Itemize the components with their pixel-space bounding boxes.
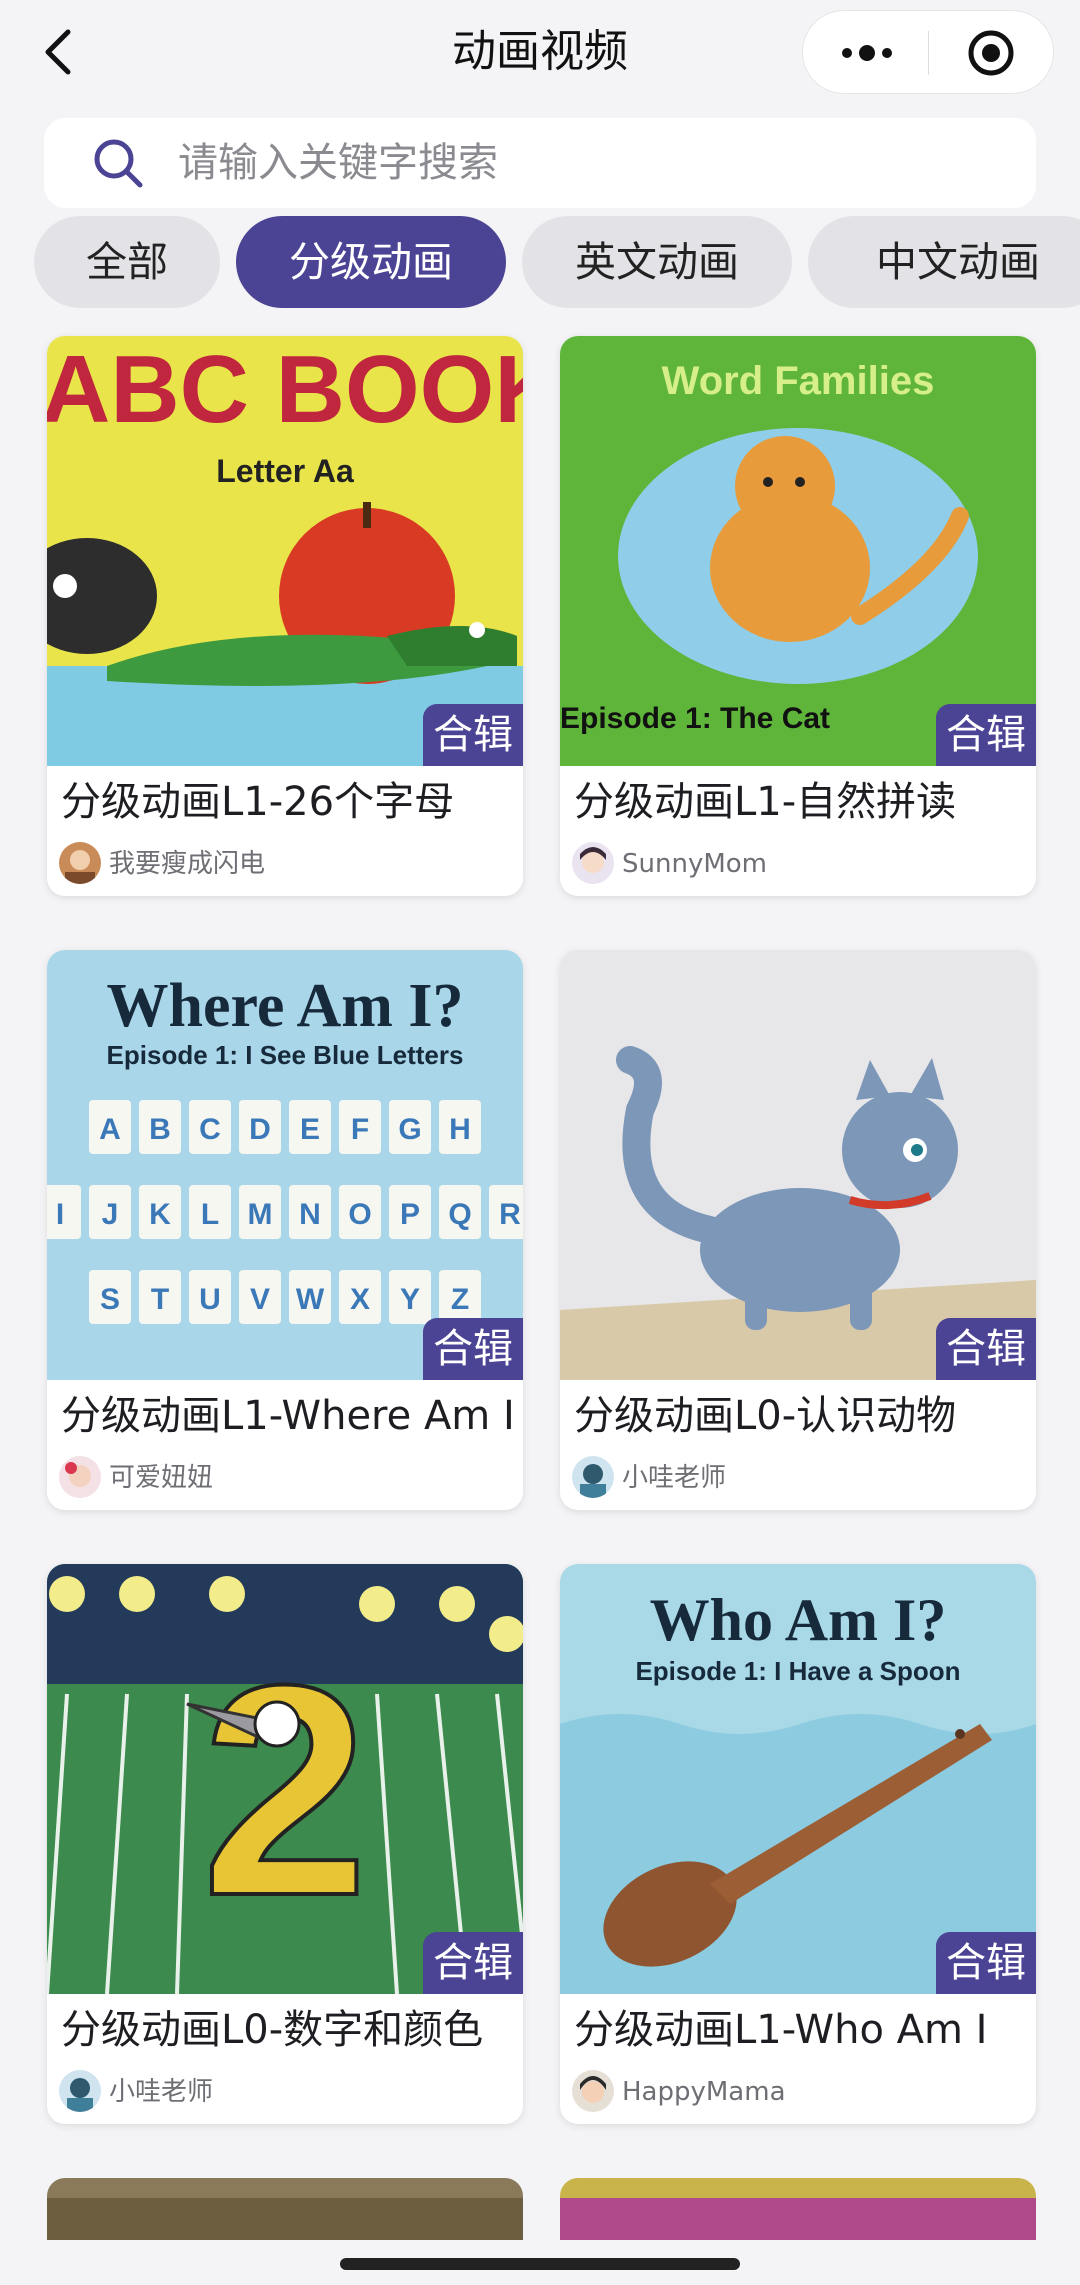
collection-badge: 合辑	[423, 704, 523, 766]
letter-tile-text: G	[398, 1113, 421, 1146]
letter-tile-text: L	[201, 1198, 219, 1231]
tab-english-animation[interactable]: 英文动画	[522, 216, 792, 308]
letter-tile-text: Y	[400, 1283, 420, 1316]
search-icon	[90, 135, 146, 191]
letter-tile-text: D	[249, 1113, 271, 1146]
letter-tile-text: F	[351, 1113, 369, 1146]
collection-badge: 合辑	[936, 704, 1036, 766]
video-title: 分级动画L0-认识动物	[574, 1393, 957, 1439]
letter-tile-text: X	[350, 1283, 370, 1316]
letter-tile-text: K	[149, 1198, 171, 1231]
video-thumbnail: ABC BOOK Letter Aa	[47, 336, 523, 766]
thumb-title-text: Where Am I?	[106, 972, 463, 1040]
more-options-icon[interactable]	[803, 11, 928, 93]
thumb-title-text: Word Families	[662, 359, 935, 403]
avatar	[59, 842, 101, 884]
video-title: 分级动画L0-数字和颜色	[61, 2007, 484, 2053]
video-card[interactable]: 合辑 分级动画L0-认识动物 小哇老师	[560, 950, 1036, 1510]
video-card[interactable]: Word Families Episode 1: The Cat 合辑 分级动画…	[560, 336, 1036, 896]
video-title: 分级动画L1-26个字母	[61, 779, 455, 825]
letter-tile-text: V	[250, 1283, 270, 1316]
video-thumbnail	[560, 950, 1036, 1380]
thumb-subtitle-text: Episode 1: The Cat	[560, 702, 830, 735]
thumb-subtitle-text: Episode 1: I Have a Spoon	[635, 1656, 960, 1686]
close-mini-program-icon[interactable]	[929, 11, 1054, 93]
letter-tile-text: J	[102, 1198, 119, 1231]
letter-tile-text: P	[400, 1198, 420, 1231]
thumb-title-text: ABC BOOK	[47, 336, 523, 443]
letter-tile-text: H	[449, 1113, 471, 1146]
letter-tile-text: O	[348, 1198, 371, 1231]
video-title: 分级动画L1-Where Am I	[61, 1393, 515, 1439]
video-card[interactable]: 2 合辑 分级动画L0-数字和颜色 小哇老师	[47, 1564, 523, 2124]
letter-tile-text: E	[300, 1113, 320, 1146]
avatar	[572, 1456, 614, 1498]
letter-tile-text: Z	[451, 1283, 469, 1316]
thumb-subtitle-text: Letter Aa	[216, 453, 354, 489]
letter-tile-text: S	[100, 1283, 120, 1316]
letter-tile-text: A	[99, 1113, 121, 1146]
letter-tile-text: B	[149, 1113, 171, 1146]
avatar	[59, 2070, 101, 2112]
author-name: 小哇老师	[109, 2077, 214, 2107]
author-name: 我要瘦成闪电	[109, 849, 266, 879]
letter-tile-text: W	[296, 1283, 325, 1316]
tab-graded-animation[interactable]: 分级动画	[236, 216, 506, 308]
avatar	[572, 842, 614, 884]
video-card[interactable]: Where Am I? Episode 1: I See Blue Letter…	[47, 950, 523, 1510]
author-name: 可爱妞妞	[109, 1463, 214, 1493]
avatar	[572, 2070, 614, 2112]
thumb-subtitle-text: Episode 1: I See Blue Letters	[107, 1040, 464, 1070]
letter-tile-text: M	[248, 1198, 273, 1231]
letter-tile-text: R	[499, 1198, 521, 1231]
thumb-title-text: Who Am I?	[650, 1587, 947, 1653]
author-name: SunnyMom	[622, 849, 767, 879]
video-card[interactable]: ABC BOOK Letter Aa 合辑 分级动画L1-26个字母 我要瘦成闪…	[47, 336, 523, 896]
collection-badge: 合辑	[936, 1932, 1036, 1994]
letter-tile-text: I	[56, 1198, 64, 1231]
author-name: HappyMama	[622, 2077, 786, 2107]
home-indicator[interactable]	[340, 2258, 740, 2270]
collection-badge: 合辑	[423, 1932, 523, 1994]
video-card-partial[interactable]	[560, 2178, 1036, 2248]
category-tabs: 全部 分级动画 英文动画 中文动画	[0, 216, 1080, 310]
search-placeholder: 请输入关键字搜索	[178, 140, 498, 186]
tab-all[interactable]: 全部	[34, 216, 220, 308]
letter-tile-text: T	[151, 1283, 169, 1316]
thumb-title-text: 2	[202, 1622, 369, 1958]
video-title: 分级动画L1-Who Am I	[574, 2007, 988, 2053]
navigation-bar: 动画视频	[0, 0, 1080, 108]
collection-badge: 合辑	[423, 1318, 523, 1380]
collection-badge: 合辑	[936, 1318, 1036, 1380]
letter-tile-text: C	[199, 1113, 221, 1146]
search-bar[interactable]: 请输入关键字搜索	[44, 118, 1036, 208]
video-thumbnail: Where Am I? Episode 1: I See Blue Letter…	[47, 950, 523, 1380]
video-title: 分级动画L1-自然拼读	[574, 779, 957, 825]
video-card[interactable]: Who Am I? Episode 1: I Have a Spoon 合辑 分…	[560, 1564, 1036, 2124]
avatar	[59, 1456, 101, 1498]
letter-tile-text: N	[299, 1198, 321, 1231]
tab-chinese-animation[interactable]: 中文动画	[808, 216, 1080, 308]
video-thumbnail: Who Am I? Episode 1: I Have a Spoon	[560, 1564, 1036, 1994]
letter-tile-text: U	[199, 1283, 221, 1316]
author-name: 小哇老师	[622, 1463, 727, 1493]
video-thumbnail: Word Families Episode 1: The Cat	[560, 336, 1036, 766]
video-card-partial[interactable]	[47, 2178, 523, 2248]
letter-tile-text: Q	[448, 1198, 471, 1231]
mini-program-capsule	[802, 10, 1054, 94]
video-thumbnail: 2	[47, 1564, 523, 1994]
